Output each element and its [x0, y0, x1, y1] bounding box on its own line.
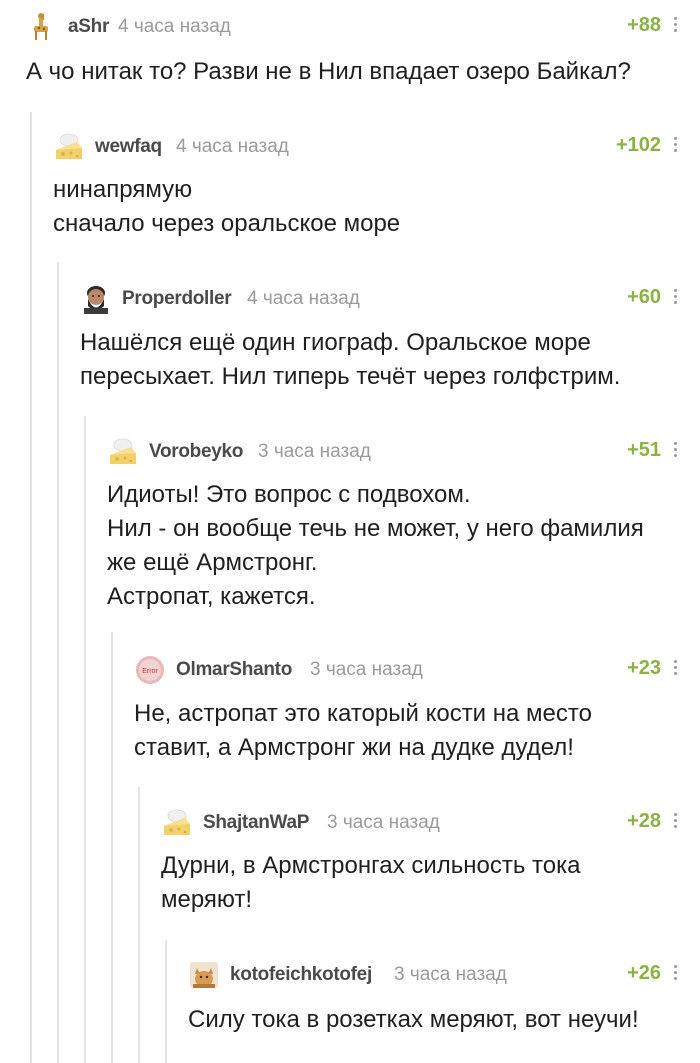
- more-options-icon[interactable]: [674, 135, 678, 155]
- comment-header: aShr 4 часа назад +88: [26, 10, 700, 44]
- more-options-icon[interactable]: [674, 440, 678, 460]
- comment-line: Силу тока в розетках меряют, вот неучи!: [188, 1006, 639, 1033]
- comment-line: меряют!: [161, 886, 253, 913]
- bearded-man-icon[interactable]: [80, 284, 110, 314]
- more-options-icon[interactable]: [674, 15, 678, 35]
- more-options-icon[interactable]: [674, 811, 678, 831]
- more-options-icon[interactable]: [674, 287, 678, 307]
- giraffe-icon[interactable]: [26, 12, 56, 42]
- comment-header: wewfaq 4 часа назад +102: [53, 130, 700, 164]
- comment-rating: +102: [615, 134, 661, 156]
- comment-line: сначало через оральское море: [53, 210, 401, 237]
- comment-text: Дурни, в Армстронгах сильность тока меря…: [161, 849, 686, 917]
- comment: kotofeichkotofej 3 часа назад +26 Силу т…: [188, 958, 700, 1053]
- comment: aShr 4 часа назад +88 А чо нитак то? Раз…: [26, 10, 700, 100]
- comment-author[interactable]: wewfaq: [95, 136, 162, 158]
- cat-icon[interactable]: [188, 960, 218, 990]
- thread-branch-line: [57, 262, 59, 1063]
- comment-text: Нашёлся ещё один гиограф. Оральское море…: [80, 326, 686, 394]
- comment-line: А чо нитак то? Разви не в Нил впадает оз…: [26, 58, 631, 85]
- comment-author[interactable]: kotofeichkotofej: [230, 964, 372, 986]
- comment-rating: +28: [627, 810, 661, 832]
- comment-text: Не, астропат это каторый кости на место …: [134, 697, 686, 765]
- cheese-icon[interactable]: [107, 437, 137, 467]
- comment-author[interactable]: ShajtanWaP: [203, 812, 309, 834]
- comment-author[interactable]: OlmarShanto: [176, 659, 292, 681]
- thread-branch-line: [84, 416, 86, 1063]
- comment-author[interactable]: aShr: [68, 16, 109, 38]
- comment-text: нинапрямую сначало через оральское море: [53, 173, 686, 241]
- comment: Error OlmarShanto 3 часа назад +23 Не, а…: [134, 653, 700, 773]
- comment-rating: +51: [627, 439, 661, 461]
- more-options-icon[interactable]: [674, 963, 678, 983]
- comment-line: же ещё Армстронг.: [107, 549, 318, 576]
- cheese-icon[interactable]: [161, 808, 191, 838]
- comment-time[interactable]: 3 часа назад: [258, 441, 371, 463]
- thread-branch-line: [138, 787, 140, 1063]
- comment-line: Нашёлся ещё один гиограф. Оральское море: [80, 329, 591, 356]
- error-icon-label: Error: [142, 668, 158, 675]
- thread-branch-line: [30, 112, 32, 1063]
- comment-line: нинапрямую: [53, 176, 193, 203]
- comment-time[interactable]: 4 часа назад: [247, 288, 360, 310]
- comment-line: Не, астропат это каторый кости на место: [134, 700, 592, 727]
- comment-line: пересыхает. Нил типерь течёт через голфс…: [80, 363, 621, 390]
- comment-header: Properdoller 4 часа назад +60: [80, 282, 700, 316]
- comment-header: ShajtanWaP 3 часа назад +28: [161, 806, 700, 840]
- comment-line: Идиоты! Это вопрос с подвохом.: [107, 481, 471, 508]
- comment: ShajtanWaP 3 часа назад +28 Дурни, в Арм…: [161, 806, 700, 926]
- comment-line: ставит, а Армстронг жи на дудке дудел!: [134, 734, 574, 761]
- comment-rating: +26: [627, 962, 661, 984]
- comment-time[interactable]: 3 часа назад: [327, 812, 440, 834]
- comment-line: Дурни, в Армстронгах сильность тока: [161, 852, 581, 879]
- thread-branch-line: [165, 940, 167, 1063]
- more-options-icon[interactable]: [674, 658, 678, 678]
- comment-rating: +88: [627, 14, 661, 36]
- comment-time[interactable]: 3 часа назад: [310, 659, 423, 681]
- comment-header: Vorobeyko 3 часа назад +51: [107, 435, 700, 469]
- comment: wewfaq 4 часа назад +102 нинапрямую снач…: [53, 130, 700, 250]
- thread-branch-line: [111, 632, 113, 1063]
- comment: Properdoller 4 часа назад +60 Нашёлся ещ…: [80, 282, 700, 402]
- comment: Vorobeyko 3 часа назад +51 Идиоты! Это в…: [107, 435, 700, 620]
- comment-text: Идиоты! Это вопрос с подвохом. Нил - он …: [107, 478, 686, 614]
- comment-line: Астропат, кажется.: [107, 583, 316, 610]
- comment-time[interactable]: 4 часа назад: [176, 136, 289, 158]
- comment-author[interactable]: Vorobeyko: [149, 441, 243, 463]
- comment-header: Error OlmarShanto 3 часа назад +23: [134, 653, 700, 687]
- comment-text: А чо нитак то? Разви не в Нил впадает оз…: [26, 55, 686, 89]
- comment-author[interactable]: Properdoller: [122, 288, 232, 310]
- comment-time[interactable]: 4 часа назад: [118, 16, 231, 38]
- comment-header: kotofeichkotofej 3 часа назад +26: [188, 958, 700, 992]
- comment-time[interactable]: 3 часа назад: [394, 964, 507, 986]
- error-icon[interactable]: Error: [134, 655, 164, 685]
- comment-rating: +60: [627, 286, 661, 308]
- comment-rating: +23: [627, 657, 661, 679]
- cheese-icon[interactable]: [53, 132, 83, 162]
- comment-text: Силу тока в розетках меряют, вот неучи!: [188, 1003, 686, 1037]
- comment-line: Нил - он вообще течь не может, у него фа…: [107, 515, 644, 542]
